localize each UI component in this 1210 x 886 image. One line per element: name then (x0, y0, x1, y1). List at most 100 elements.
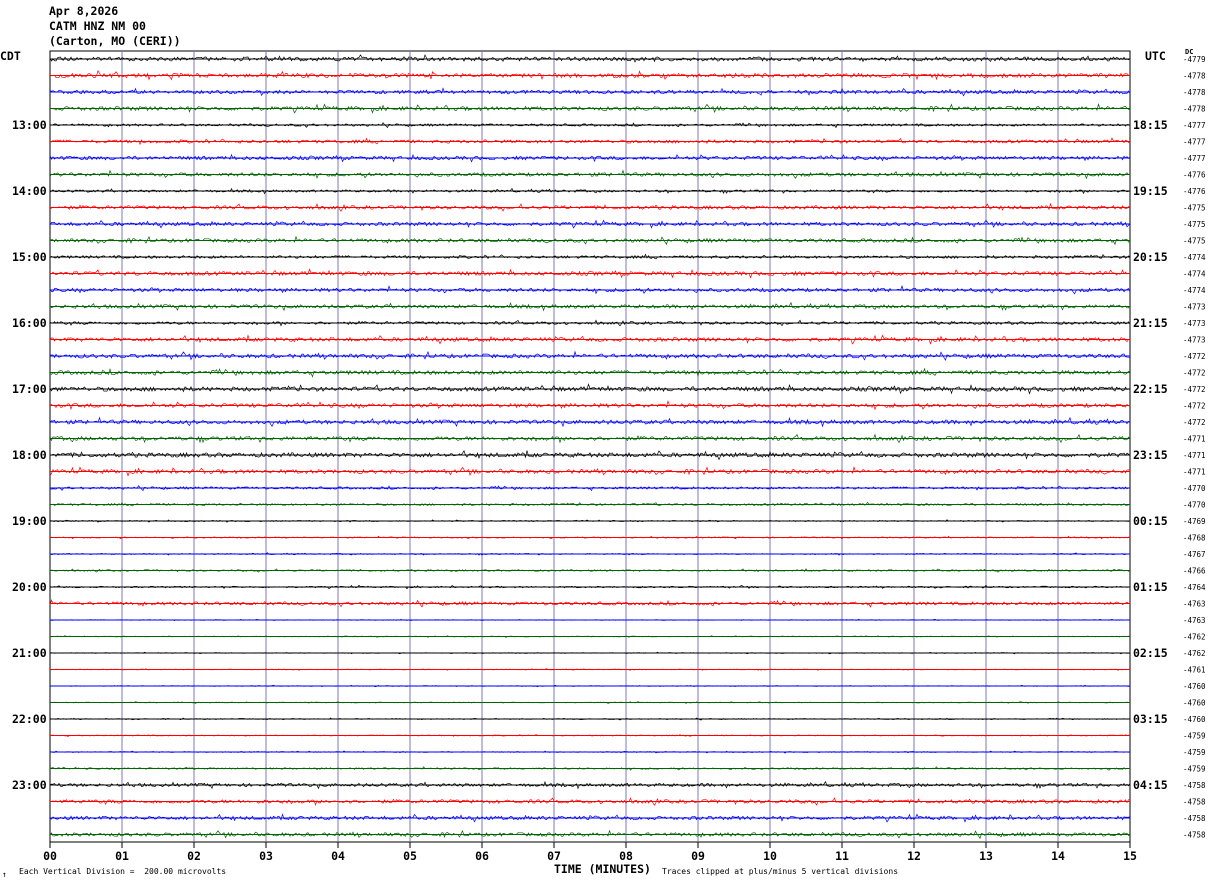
plot-frame (49, 50, 1131, 843)
dc-offset-label: -4763 (1183, 600, 1206, 609)
dc-offset-label: -4760 (1183, 682, 1206, 691)
right-hour-label: 22:15 (1133, 382, 1168, 396)
left-hour-label: 17:00 (12, 382, 47, 396)
x-tick-label: 05 (403, 849, 417, 863)
left-hour-label: 13:00 (12, 118, 47, 132)
left-hour-label: 15:00 (12, 250, 47, 264)
seismic-trace (49, 635, 1131, 638)
dc-offset-label: -4772 (1183, 369, 1206, 378)
dc-offset-label: -4761 (1183, 666, 1206, 675)
x-tick-label: 15 (1123, 849, 1137, 863)
dc-offset-label: -4773 (1183, 319, 1206, 328)
helicorder-plot: -4779 -4778 -4778 -4778 -4777 -4777 -4777 -4776… (12, 50, 1206, 863)
left-hour-label: 14:00 (12, 184, 47, 198)
dc-offset-label: -4771 (1183, 468, 1206, 477)
left-hour-label: 19:00 (12, 514, 47, 528)
seismic-trace (49, 668, 1131, 671)
dc-offset-label: -4775 (1183, 220, 1206, 229)
dc-offset-label: -4767 (1183, 550, 1206, 559)
x-tick-label: 09 (691, 849, 705, 863)
seismic-trace (49, 535, 1131, 540)
dc-offset-label: -4769 (1183, 517, 1206, 526)
dc-offset-label: -4775 (1183, 204, 1206, 213)
left-hour-label: 23:00 (12, 778, 47, 792)
dc-offset-label: -4772 (1183, 352, 1206, 361)
x-tick-label: 07 (547, 849, 561, 863)
dc-offset-label: -4775 (1183, 237, 1206, 246)
x-tick-label: 03 (259, 849, 273, 863)
right-hour-label: 03:15 (1133, 712, 1168, 726)
dc-offset-label: -4759 (1183, 748, 1206, 757)
right-hour-label: 20:15 (1133, 250, 1168, 264)
dc-offset-label: -4774 (1183, 253, 1206, 262)
dc-offset-label: -4760 (1183, 699, 1206, 708)
x-tick-label: 06 (475, 849, 489, 863)
dc-offset-label: -4762 (1183, 649, 1206, 658)
x-tick-label: 11 (835, 849, 849, 863)
dc-offset-label: -4768 (1183, 534, 1206, 543)
scale-note: Each Vertical Division = 200.00 microvol… (19, 867, 227, 876)
dc-offset-label: -4773 (1183, 336, 1206, 345)
dc-offset-label: -4774 (1183, 286, 1206, 295)
dc-offset-label: -4772 (1183, 402, 1206, 411)
seismic-trace (49, 651, 1131, 655)
left-hour-label: 18:00 (12, 448, 47, 462)
right-hour-label: 19:15 (1133, 184, 1168, 198)
dc-offset-label: -4777 (1183, 138, 1206, 147)
seismic-trace (49, 750, 1131, 754)
right-hour-label: 04:15 (1133, 778, 1168, 792)
left-hour-label: 21:00 (12, 646, 47, 660)
x-tick-label: 01 (115, 849, 129, 863)
dc-offset-label: -4779 (1183, 55, 1206, 64)
dc-offset-label: -4777 (1183, 154, 1206, 163)
dc-offset-label: -4763 (1183, 616, 1206, 625)
dc-offset-label: -4758 (1183, 781, 1206, 790)
x-tick-label: 00 (43, 849, 57, 863)
clip-note: Traces clipped at plus/minus 5 vertical … (662, 867, 899, 876)
dc-offset-label: -4759 (1183, 765, 1206, 774)
dc-offset-label: -4770 (1183, 484, 1206, 493)
dc-offset-label: -4776 (1183, 187, 1206, 196)
left-hour-label: 20:00 (12, 580, 47, 594)
right-hour-label: 01:15 (1133, 580, 1168, 594)
right-hour-label: 21:15 (1133, 316, 1168, 330)
dc-offset-label: -4778 (1183, 105, 1206, 114)
dc-offset-label: -4772 (1183, 418, 1206, 427)
dc-offset-label: -4771 (1183, 435, 1206, 444)
dc-offset-label: -4771 (1183, 451, 1206, 460)
dc-offset-label: -4777 (1183, 121, 1206, 130)
dc-offset-label: -4762 (1183, 633, 1206, 642)
x-tick-label: 08 (619, 849, 633, 863)
dc-offset-label: -4773 (1183, 303, 1206, 312)
dc-offset-label: -4774 (1183, 270, 1206, 279)
seismic-trace (49, 54, 1131, 63)
x-tick-label: 02 (187, 849, 201, 863)
corner-arrow-icon: ↑ (2, 870, 7, 879)
seismic-trace (49, 501, 1131, 507)
dc-offset-label: -4760 (1183, 715, 1206, 724)
dc-offset-label: -4758 (1183, 814, 1206, 823)
x-tick-label: 04 (331, 849, 345, 863)
right-hour-label: 00:15 (1133, 514, 1168, 528)
left-hour-label: 22:00 (12, 712, 47, 726)
dc-offset-label: -4770 (1183, 501, 1206, 510)
x-tick-label: 10 (763, 849, 777, 863)
right-hour-label: 18:15 (1133, 118, 1168, 132)
x-tick-label: 14 (1051, 849, 1065, 863)
dc-offset-label: -4778 (1183, 72, 1206, 81)
seismic-trace (49, 235, 1131, 246)
seismic-trace (49, 766, 1131, 771)
dc-offset-label: -4758 (1183, 831, 1206, 840)
dc-offset-label: -4778 (1183, 88, 1206, 97)
x-tick-label: 13 (979, 849, 993, 863)
dc-offset-label: -4759 (1183, 732, 1206, 741)
dc-offset-label: -4776 (1183, 171, 1206, 180)
right-hour-label: 02:15 (1133, 646, 1168, 660)
dc-offset-label: -4758 (1183, 798, 1206, 807)
x-tick-label: 12 (907, 849, 921, 863)
dc-offset-label: -4766 (1183, 567, 1206, 576)
x-axis-title: TIME (MINUTES) (554, 862, 651, 876)
dc-offset-label: -4764 (1183, 583, 1206, 592)
dc-offset-label: -4772 (1183, 385, 1206, 394)
right-hour-label: 23:15 (1133, 448, 1168, 462)
